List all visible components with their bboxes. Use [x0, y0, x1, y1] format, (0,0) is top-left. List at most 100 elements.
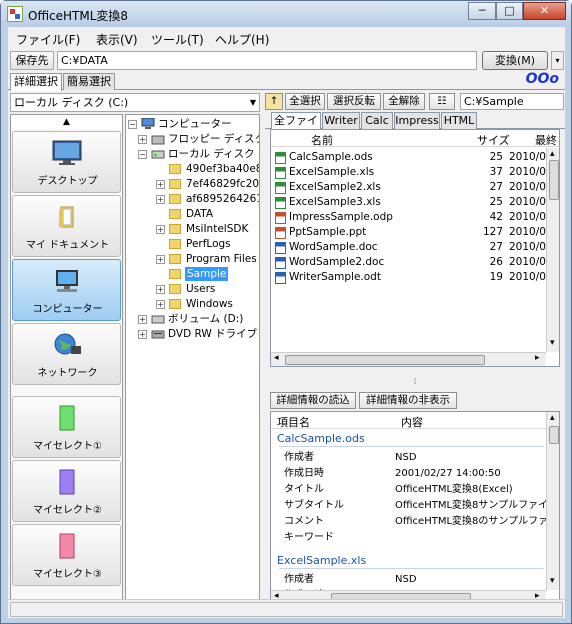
tab-detail-select[interactable]: 詳細選択	[10, 73, 62, 91]
convert-button[interactable]: 変換(M)	[482, 51, 548, 70]
tree-expand-toggle[interactable]: +	[138, 330, 147, 339]
hide-details-button[interactable]: 詳細情報の非表示	[359, 392, 457, 409]
column-header-item[interactable]: 項目名	[277, 414, 310, 430]
drive-select[interactable]: ローカル ディスク (C:) ▼	[10, 93, 260, 112]
tree-collapse-toggle[interactable]: −	[128, 120, 137, 129]
tree-expand-toggle[interactable]: +	[156, 225, 165, 234]
deselect-all-button[interactable]: 全解除	[383, 93, 425, 110]
shortcut-desktop[interactable]: デスクトップ	[12, 131, 121, 193]
scroll-left-button[interactable]: ◂	[274, 353, 279, 363]
file-size: 25	[489, 196, 503, 208]
folder-icon	[169, 284, 181, 294]
file-size: 27	[489, 241, 503, 253]
invert-selection-button[interactable]: 選択反転	[327, 93, 381, 110]
scrollbar-thumb[interactable]	[549, 160, 559, 200]
shortcut-my-select-3[interactable]: マイセレクト③	[12, 524, 121, 586]
document-icon	[275, 227, 286, 239]
column-header-date[interactable]: 最終	[535, 132, 557, 148]
detail-vertical-scrollbar[interactable]: ▴ ▾	[546, 412, 559, 590]
shortcut-computer[interactable]: コンピューター	[12, 259, 121, 321]
detail-row[interactable]: 作成日時 2001/02/27 14:00:50	[271, 466, 546, 482]
save-destination-button[interactable]: 保存先	[10, 51, 54, 70]
maximize-button[interactable]: □	[496, 2, 523, 20]
file-list-horizontal-scrollbar[interactable]: ◂ ▸	[271, 352, 546, 366]
tab-all-files[interactable]: 全ファイル	[271, 112, 321, 143]
shortcut-network[interactable]: ネットワーク	[12, 323, 121, 385]
shortcut-my-documents[interactable]: マイ ドキュメント	[12, 195, 121, 257]
up-folder-button[interactable]: ↑	[265, 93, 283, 110]
detail-row[interactable]: タイトル OfficeHTML変換8(Excel)	[271, 482, 546, 498]
detail-row[interactable]: 作成者 NSD	[271, 450, 546, 466]
file-name: WriterSample.odt	[289, 271, 381, 283]
file-row[interactable]: CalcSample.ods 25 2010/09.	[271, 150, 559, 165]
close-button[interactable]: ✕	[523, 2, 566, 20]
left-pane: ローカル ディスク (C:) ▼ ▲ デスクトップ マイ ドキュメント コンピュ…	[8, 91, 260, 616]
scroll-down-button[interactable]: ▾	[550, 576, 555, 586]
tree-expand-toggle[interactable]: +	[156, 255, 165, 264]
tree-expand-toggle[interactable]: +	[156, 285, 165, 294]
tab-simple-select[interactable]: 簡易選択	[63, 73, 115, 90]
file-row[interactable]: ExcelSample2.xls 27 2010/09.	[271, 180, 559, 195]
scroll-up-button[interactable]: ▴	[550, 413, 555, 423]
detail-row[interactable]: キーワード	[271, 530, 546, 546]
splitter-grip-icon[interactable]: ⁞	[265, 377, 565, 387]
column-header-content[interactable]: 内容	[401, 414, 423, 430]
shortcut-my-select-2[interactable]: マイセレクト②	[12, 460, 121, 522]
scrollbar-thumb[interactable]	[549, 426, 559, 444]
scroll-down-button[interactable]: ▾	[550, 338, 555, 348]
tree-expand-toggle[interactable]: +	[138, 315, 147, 324]
menu-file[interactable]: ファイル(F)	[16, 31, 80, 48]
shortcut-scroll-up-button[interactable]: ▲	[11, 115, 122, 129]
file-row[interactable]: ImpressSample.odp 42 2010/09.	[271, 210, 559, 225]
shortcut-label: マイセレクト②	[33, 505, 102, 516]
file-name: WordSample2.doc	[289, 256, 385, 268]
tree-expand-toggle[interactable]: +	[156, 195, 165, 204]
menu-view[interactable]: 表示(V)	[96, 31, 138, 48]
file-row[interactable]: ExcelSample3.xls 25 2010/09.	[271, 195, 559, 210]
column-header-size[interactable]: サイズ	[477, 132, 510, 148]
output-path-field[interactable]: C:¥DATA	[57, 51, 477, 70]
detail-row[interactable]: サブタイトル OfficeHTML変換8サンプルファイル	[271, 498, 558, 514]
tab-impress[interactable]: Impress	[394, 112, 440, 129]
file-name: ExcelSample3.xls	[289, 196, 381, 208]
scrollbar-thumb[interactable]	[285, 355, 485, 365]
menu-help[interactable]: ヘルプ(H)	[215, 31, 269, 48]
detail-group-title[interactable]: CalcSample.ods	[277, 432, 365, 445]
folder-icon	[169, 164, 181, 174]
minimize-button[interactable]: ─	[468, 2, 496, 20]
detail-panel: 項目名 内容 CalcSample.ods 作成者 NSD 作成日時 2001/02/2…	[270, 411, 560, 604]
select-all-button[interactable]: 全選択	[285, 93, 325, 110]
title-bar[interactable]: OfficeHTML変換8 ─ □ ✕	[1, 1, 571, 27]
file-size: 19	[489, 271, 503, 283]
tree-expand-toggle[interactable]: +	[156, 300, 165, 309]
tab-html[interactable]: HTML	[441, 112, 477, 129]
detail-row[interactable]: 作成者 NSD	[271, 572, 546, 588]
column-header-name[interactable]: 名前	[311, 132, 333, 148]
detail-row[interactable]: コメント OfficeHTML変換8のサンプルファイル	[271, 514, 559, 530]
scroll-up-button[interactable]: ▴	[550, 149, 555, 159]
tree-expand-toggle[interactable]: +	[138, 135, 147, 144]
view-mode-icon[interactable]: ☷	[429, 93, 455, 110]
menu-tools[interactable]: ツール(T)	[151, 31, 204, 48]
file-size: 26	[489, 256, 503, 268]
tree-expand-toggle[interactable]: +	[156, 180, 165, 189]
folder-icon	[169, 299, 181, 309]
tab-calc[interactable]: Calc	[361, 112, 393, 129]
tree-collapse-toggle[interactable]: −	[138, 150, 147, 159]
file-list-vertical-scrollbar[interactable]: ▴ ▾	[546, 148, 559, 352]
file-row[interactable]: PptSample.ppt 127 2010/09.	[271, 225, 559, 240]
file-row[interactable]: WordSample2.doc 26 2010/09.	[271, 255, 559, 270]
file-row[interactable]: WriterSample.odt 19 2010/09.	[271, 270, 559, 285]
app-icon[interactable]	[7, 6, 23, 22]
shortcut-my-select-1[interactable]: マイセレクト①	[12, 396, 121, 458]
load-details-button[interactable]: 詳細情報の読込	[270, 392, 356, 409]
shortcut-bar: ▲ デスクトップ マイ ドキュメント コンピューター ネットワーク マイセレクト…	[10, 114, 123, 614]
detail-group-title[interactable]: ExcelSample.xls	[277, 554, 366, 567]
file-row[interactable]: WordSample.doc 27 2010/09.	[271, 240, 559, 255]
tab-writer[interactable]: Writer	[322, 112, 360, 129]
file-row[interactable]: ExcelSample.xls 37 2010/09.	[271, 165, 559, 180]
file-name: ExcelSample2.xls	[289, 181, 381, 193]
scroll-right-button[interactable]: ▸	[535, 353, 540, 363]
convert-dropdown-arrow[interactable]: ▾	[551, 51, 564, 70]
folder-icon	[169, 269, 181, 279]
